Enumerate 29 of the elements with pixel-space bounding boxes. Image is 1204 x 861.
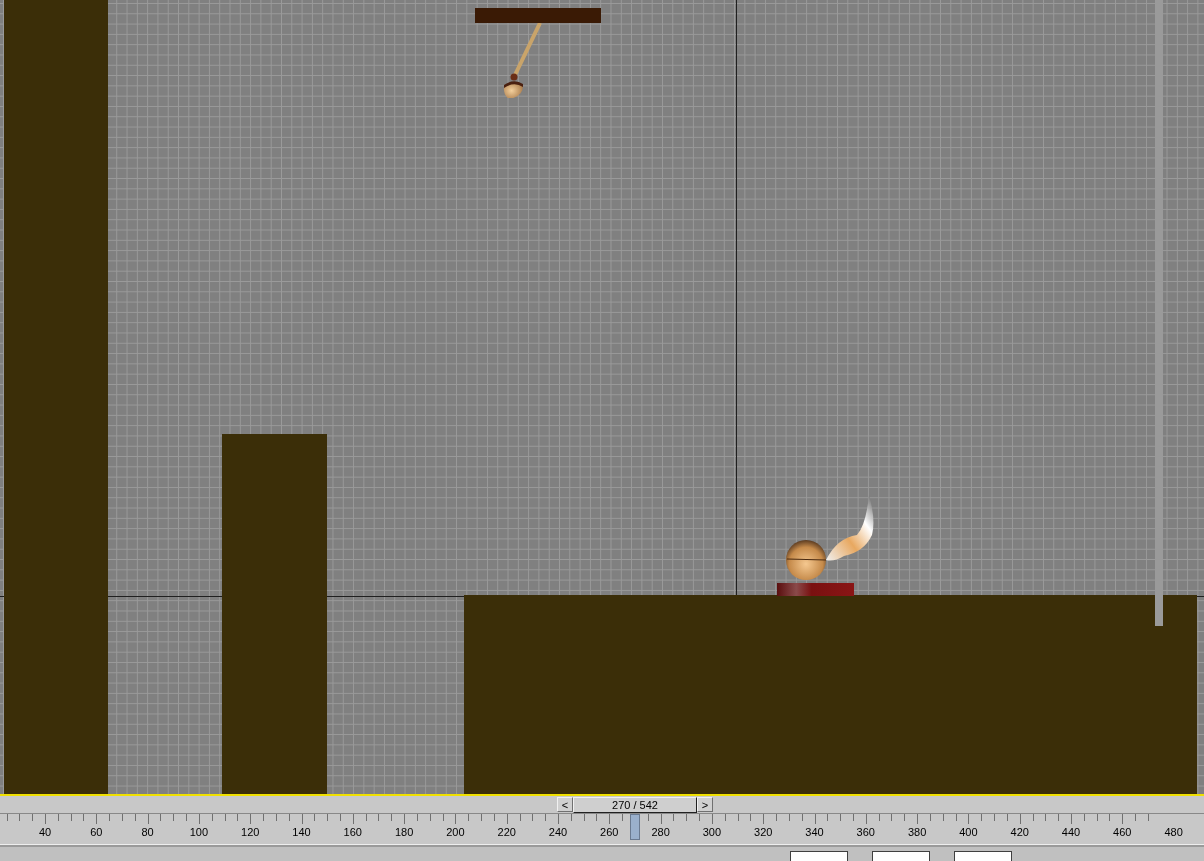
- frame-number: 220: [497, 826, 516, 838]
- frame-number: 340: [805, 826, 824, 838]
- frame-number: 480: [1164, 826, 1183, 838]
- frame-number: 420: [1010, 826, 1029, 838]
- frame-number: 280: [651, 826, 670, 838]
- frame-number: 180: [394, 826, 414, 838]
- current-frame-marker[interactable]: [629, 814, 640, 840]
- next-frame-button[interactable]: >: [697, 797, 713, 812]
- time-slider-thumb[interactable]: 270 / 542: [573, 797, 697, 813]
- frame-number: 60: [90, 826, 103, 838]
- frame-number: 40: [38, 826, 52, 838]
- previous-frame-button[interactable]: <: [557, 797, 573, 812]
- frame-number: 160: [343, 826, 362, 838]
- frame-number: 320: [754, 826, 773, 838]
- frame-number: 400: [959, 826, 978, 838]
- frame-number: 200: [446, 826, 465, 838]
- frame-number: 260: [600, 826, 619, 838]
- frame-number: 360: [856, 826, 875, 838]
- viewport-grid[interactable]: [0, 0, 1204, 796]
- frame-number: 80: [141, 826, 154, 838]
- frame-number: 120: [241, 826, 260, 838]
- frame-number: 460: [1113, 826, 1132, 838]
- track-bar[interactable]: 40 60 80 100 120 140 160 180 200 220 240 260 280 300 320 340 360 380 400 420 440 460 480: [0, 813, 1204, 845]
- frame-number: 380: [907, 826, 927, 838]
- frame-number: 300: [702, 826, 722, 838]
- frame-number: 100: [189, 826, 209, 838]
- frame-number: 140: [292, 826, 311, 838]
- frame-number: 240: [548, 826, 568, 838]
- frame-number: 440: [1061, 826, 1081, 838]
